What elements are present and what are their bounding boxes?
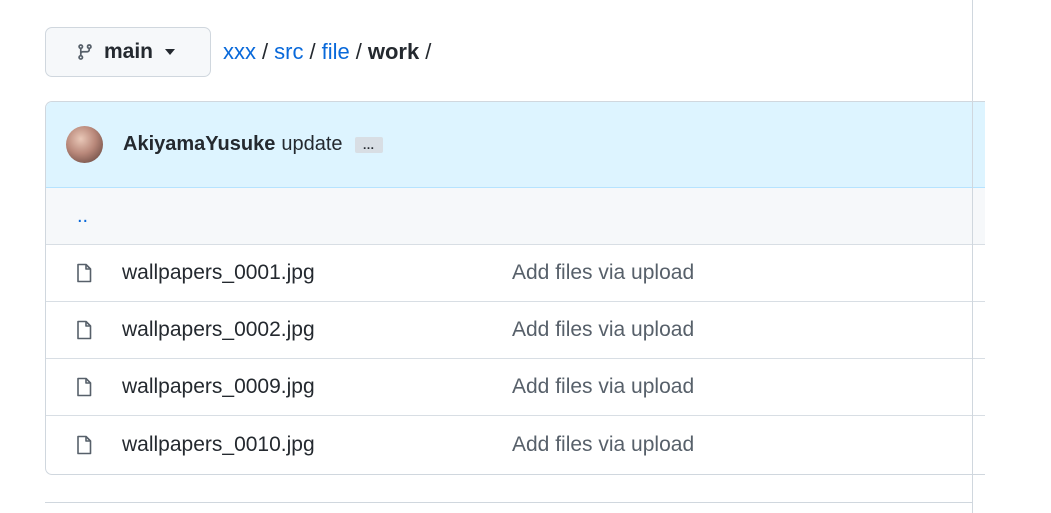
file-commit-message[interactable]: Add files via upload (512, 375, 694, 399)
breadcrumb-link-src[interactable]: src (274, 39, 303, 65)
file-commit-message[interactable]: Add files via upload (512, 318, 694, 342)
repo-file-browser: main xxx / src / file / work / AkiyamaYu… (0, 0, 1051, 513)
file-commit-message[interactable]: Add files via upload (512, 433, 694, 457)
panel-edge-divider (972, 0, 973, 513)
breadcrumb-trailing-separator: / (425, 39, 432, 64)
file-list: AkiyamaYusuke update … .. wallpapers_000… (45, 101, 985, 475)
table-row[interactable]: wallpapers_0010.jpg Add files via upload (46, 416, 985, 473)
file-icon (76, 435, 92, 455)
commit-expand-button[interactable]: … (354, 136, 383, 153)
file-name-link[interactable]: wallpapers_0001.jpg (122, 261, 315, 285)
table-row[interactable]: wallpapers_0001.jpg Add files via upload (46, 245, 985, 302)
breadcrumb-link-repo[interactable]: xxx (223, 39, 256, 65)
file-icon (76, 377, 92, 397)
breadcrumb-link-file[interactable]: file (322, 39, 350, 65)
file-commit-message[interactable]: Add files via upload (512, 261, 694, 285)
parent-directory-link[interactable]: .. (77, 205, 88, 228)
breadcrumb: xxx / src / file / work / (223, 39, 437, 65)
branch-name: main (104, 40, 154, 63)
topbar: main xxx / src / file / work / (45, 27, 437, 77)
latest-commit-bar: AkiyamaYusuke update … (46, 102, 985, 188)
breadcrumb-separator: / (262, 39, 269, 64)
breadcrumb-separator: / (309, 39, 316, 64)
file-name-link[interactable]: wallpapers_0010.jpg (122, 433, 315, 457)
table-row[interactable]: wallpapers_0002.jpg Add files via upload (46, 302, 985, 359)
divider (45, 502, 972, 503)
breadcrumb-current: work (367, 39, 420, 64)
file-icon (76, 263, 92, 283)
commit-message[interactable]: update (281, 133, 342, 156)
file-name-link[interactable]: wallpapers_0009.jpg (122, 375, 315, 399)
breadcrumb-separator: / (355, 39, 362, 64)
avatar[interactable] (66, 126, 103, 163)
git-branch-icon (76, 43, 94, 61)
caret-down-icon (165, 48, 176, 56)
branch-selector-button[interactable]: main (45, 27, 211, 77)
file-icon (76, 320, 92, 340)
file-name-link[interactable]: wallpapers_0002.jpg (122, 318, 315, 342)
parent-directory-row[interactable]: .. (46, 188, 985, 245)
commit-author[interactable]: AkiyamaYusuke (123, 133, 275, 156)
table-row[interactable]: wallpapers_0009.jpg Add files via upload (46, 359, 985, 416)
